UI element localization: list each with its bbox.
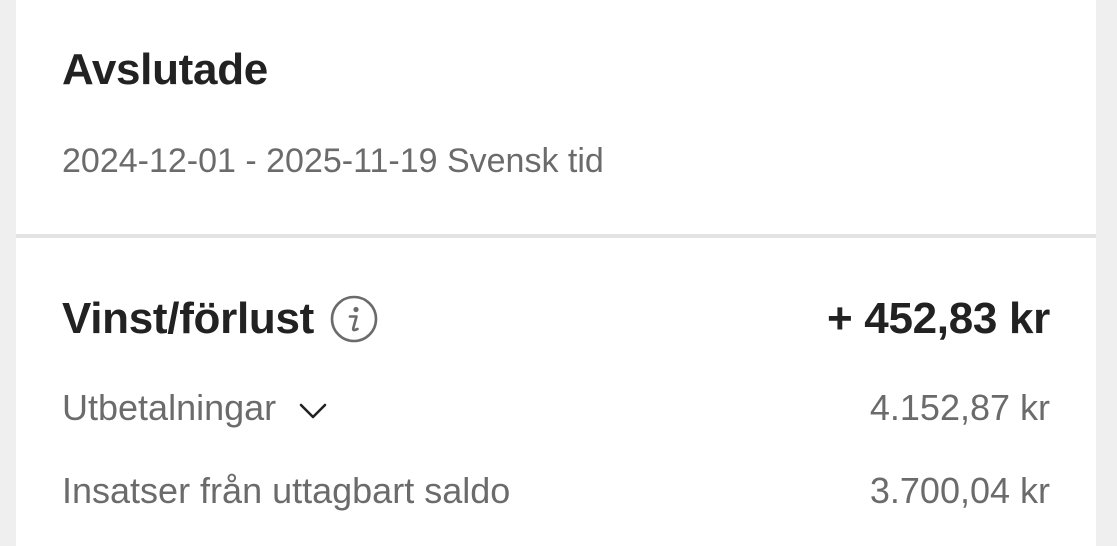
stakes-row: Insatser från uttagbart saldo 3.700,04 k… <box>62 466 1050 516</box>
stakes-value: 3.700,04 kr <box>869 470 1050 511</box>
profit-loss-label-group: Vinst/förlust <box>62 294 378 344</box>
payouts-value: 4.152,87 kr <box>869 387 1050 428</box>
payouts-toggle[interactable]: Utbetalningar <box>62 387 328 429</box>
summary-card: Vinst/förlust + 452,83 kr Utbetalningar … <box>16 238 1096 546</box>
profit-loss-label: Vinst/förlust <box>62 294 314 343</box>
profit-loss-row: Vinst/förlust + 452,83 kr <box>62 291 1050 347</box>
payouts-label: Utbetalningar <box>62 387 277 428</box>
stakes-label: Insatser från uttagbart saldo <box>62 470 511 511</box>
header-card: Avslutade 2024-12-01 - 2025-11-19 Svensk… <box>16 0 1096 234</box>
date-range: 2024-12-01 - 2025-11-19 Svensk tid <box>62 142 604 180</box>
profit-loss-value: + 452,83 kr <box>826 294 1050 343</box>
page-title: Avslutade <box>62 45 268 94</box>
info-icon[interactable] <box>330 295 378 343</box>
payouts-row: Utbetalningar 4.152,87 kr <box>62 383 1050 433</box>
chevron-down-icon[interactable] <box>298 393 328 423</box>
